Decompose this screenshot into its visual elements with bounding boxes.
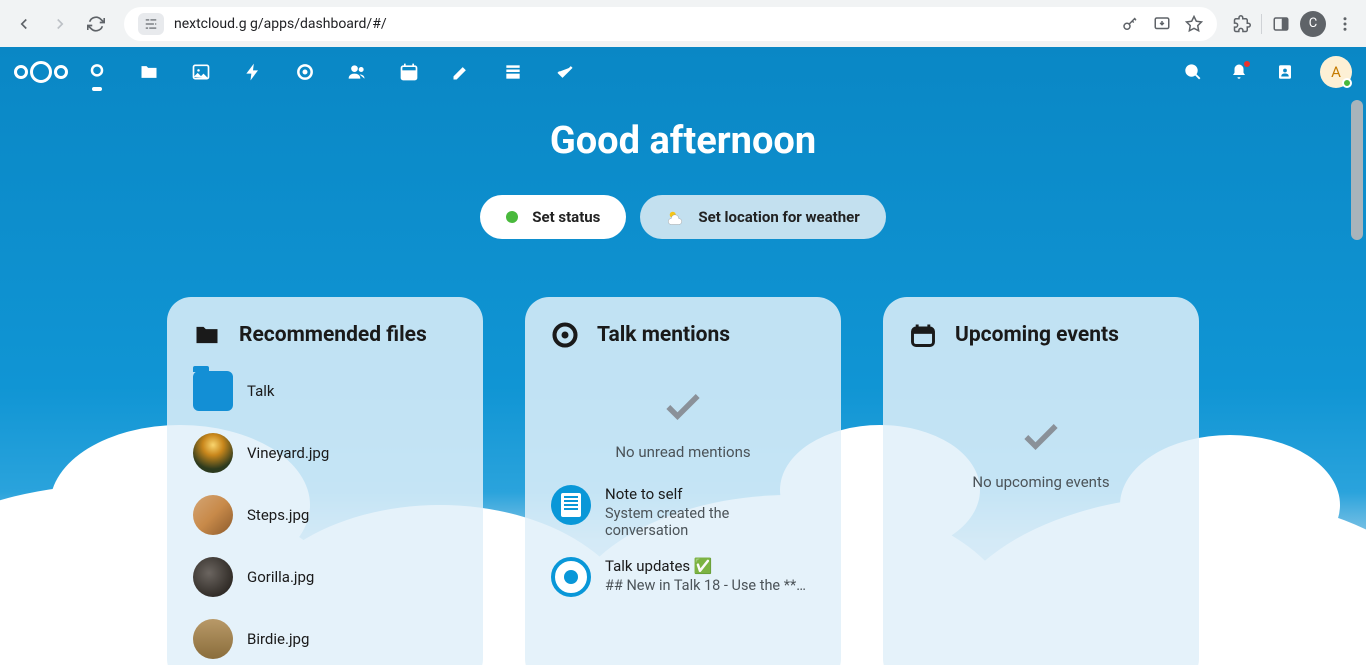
user-avatar[interactable]: A [1320, 56, 1352, 88]
back-button[interactable] [8, 8, 40, 40]
mention-item[interactable]: Talk updates ✅ ## New in Talk 18 - Use t… [551, 557, 815, 597]
file-item[interactable]: Steps.jpg [193, 495, 457, 535]
forward-button[interactable] [44, 8, 76, 40]
file-name: Birdie.jpg [247, 630, 309, 648]
file-name: Talk [247, 382, 275, 400]
nextcloud-logo[interactable] [14, 61, 68, 83]
file-name: Steps.jpg [247, 506, 309, 524]
image-thumb [193, 495, 233, 535]
address-bar[interactable]: nextcloud.g g/apps/dashboard/#/ [124, 7, 1217, 41]
file-name: Vineyard.jpg [247, 444, 329, 462]
widget-title: Upcoming events [955, 323, 1119, 347]
menu-icon[interactable] [1336, 15, 1354, 33]
search-icon[interactable] [1182, 61, 1204, 83]
image-thumb [193, 619, 233, 659]
site-settings-icon[interactable] [138, 13, 164, 35]
tasks-icon[interactable] [554, 61, 576, 83]
file-item[interactable]: Vineyard.jpg [193, 433, 457, 473]
set-weather-button[interactable]: Set location for weather [640, 195, 885, 239]
dashboard-icon[interactable] [86, 61, 108, 83]
note-icon [551, 485, 591, 525]
key-icon[interactable] [1121, 15, 1139, 33]
updates-icon [551, 557, 591, 597]
set-status-button[interactable]: Set status [480, 195, 626, 239]
mention-item[interactable]: Note to self System created the conversa… [551, 485, 815, 539]
empty-text: No unread mentions [551, 443, 815, 461]
widget-recommended-files: Recommended files Talk Vineyard.jpg Step… [167, 297, 483, 665]
contacts-icon[interactable] [346, 61, 368, 83]
app-body: A Good afternoon Set status Set location… [0, 47, 1366, 665]
widget-title: Talk mentions [597, 323, 730, 347]
activity-icon[interactable] [242, 61, 264, 83]
reload-button[interactable] [80, 8, 112, 40]
empty-text: No upcoming events [909, 473, 1173, 491]
image-thumb [193, 557, 233, 597]
folder-icon [193, 321, 221, 349]
bookmark-icon[interactable] [1185, 15, 1203, 33]
file-item[interactable]: Gorilla.jpg [193, 557, 457, 597]
mention-sub: System created the conversation [605, 505, 815, 539]
divider [1261, 14, 1262, 34]
online-dot-icon [506, 211, 518, 223]
sidepanel-icon[interactable] [1272, 15, 1290, 33]
url-text: nextcloud.g g/apps/dashboard/#/ [174, 16, 387, 32]
mention-title: Note to self [605, 485, 815, 503]
deck-icon[interactable] [502, 61, 524, 83]
files-icon[interactable] [138, 61, 160, 83]
notes-icon[interactable] [450, 61, 472, 83]
photos-icon[interactable] [190, 61, 212, 83]
app-topnav: A [0, 47, 1366, 97]
calendar-icon[interactable] [398, 61, 420, 83]
file-item[interactable]: Talk [193, 371, 457, 411]
mention-title: Talk updates ✅ [605, 557, 815, 575]
file-item[interactable]: Birdie.jpg [193, 619, 457, 659]
image-thumb [193, 433, 233, 473]
calendar-widget-icon [909, 321, 937, 349]
widget-talk-mentions: Talk mentions No unread mentions Note to… [525, 297, 841, 665]
greeting-title: Good afternoon [0, 119, 1366, 163]
mention-sub: ## New in Talk 18 - Use the **… [605, 577, 815, 594]
talk-icon[interactable] [294, 61, 316, 83]
profile-button[interactable]: C [1300, 11, 1326, 37]
folder-thumb-icon [193, 371, 233, 411]
install-icon[interactable] [1153, 15, 1171, 33]
contacts-menu-icon[interactable] [1274, 61, 1296, 83]
talk-widget-icon [551, 321, 579, 349]
notifications-icon[interactable] [1228, 61, 1250, 83]
weather-icon [666, 208, 684, 226]
checkmark-icon [1019, 415, 1063, 459]
file-name: Gorilla.jpg [247, 568, 314, 586]
extensions-icon[interactable] [1233, 15, 1251, 33]
set-weather-label: Set location for weather [698, 208, 859, 226]
widget-title: Recommended files [239, 323, 427, 347]
checkmark-icon [661, 385, 705, 429]
widget-upcoming-events: Upcoming events No upcoming events [883, 297, 1199, 665]
browser-chrome: nextcloud.g g/apps/dashboard/#/ C [0, 0, 1366, 47]
set-status-label: Set status [532, 208, 600, 226]
